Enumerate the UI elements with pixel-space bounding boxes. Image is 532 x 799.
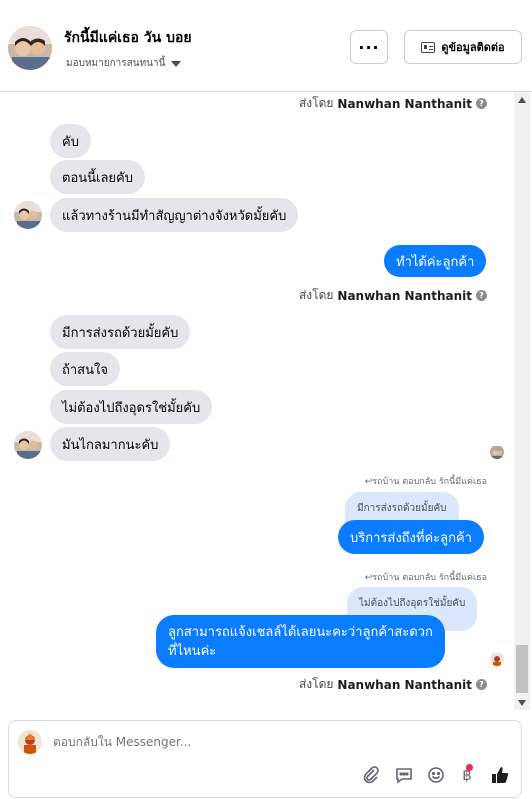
customer-avatar-small[interactable] bbox=[14, 431, 42, 459]
contact-card-icon bbox=[421, 41, 436, 53]
reply-meta: ↩รถบ้าน ตอบกลับ รักนี้มีแค่เธอ bbox=[365, 570, 487, 584]
view-contact-label: ดูข้อมูลติดต่อ bbox=[441, 41, 505, 54]
sender-name: Nanwhan Nanthanit bbox=[337, 96, 472, 111]
thumbs-up-icon[interactable] bbox=[490, 765, 510, 785]
incoming-message[interactable]: ถ้าสนใจ bbox=[50, 352, 120, 386]
page-avatar bbox=[18, 730, 42, 754]
paperclip-icon[interactable] bbox=[361, 765, 381, 785]
seen-indicator-avatar bbox=[490, 652, 504, 666]
scrollbar-track[interactable] bbox=[514, 92, 530, 710]
sent-by-label: ส่งโดย Nanwhan Nanthanit ? bbox=[299, 675, 487, 694]
incoming-message[interactable]: ไม่ต้องไปถึงอุดรใช่มั้ยคับ bbox=[50, 390, 213, 424]
view-contact-button[interactable]: ดูข้อมูลติดต่อ bbox=[404, 30, 522, 64]
sent-by-prefix: ส่งโดย bbox=[298, 288, 334, 302]
help-icon[interactable]: ? bbox=[476, 290, 487, 301]
outgoing-message[interactable]: บริการส่งถึงที่ค่ะลูกค้า bbox=[338, 520, 484, 554]
assign-label: มอบหมายการสนทนานี้ bbox=[66, 58, 166, 69]
scroll-down-arrow-icon[interactable] bbox=[518, 700, 526, 706]
sent-by-prefix: ส่งโดย bbox=[298, 677, 334, 691]
incoming-message[interactable]: ตอนนี้เลยคับ bbox=[50, 160, 145, 194]
reply-input[interactable] bbox=[53, 735, 353, 749]
message-line: ลูกสามารถแจ้งเชลล์ได้เลยนะคะว่าลูกค้าสะด… bbox=[168, 624, 433, 640]
message-composer: ฿ bbox=[8, 720, 522, 798]
scroll-up-arrow-icon[interactable] bbox=[518, 97, 526, 103]
customer-avatar[interactable] bbox=[8, 26, 52, 70]
assign-conversation-dropdown[interactable]: มอบหมายการสนทนานี้ bbox=[66, 56, 182, 71]
seen-indicator-avatar bbox=[490, 445, 504, 459]
reply-meta-text: รถบ้าน ตอบกลับ รักนี้มีแค่เธอ bbox=[372, 573, 487, 583]
outgoing-message[interactable]: ทำได้ค่ะลูกค้า bbox=[384, 245, 487, 277]
incoming-message[interactable]: แล้วทางร้านมีทำสัญญาต่างจังหวัดมั้ยคับ bbox=[50, 198, 299, 232]
help-icon[interactable]: ? bbox=[476, 98, 487, 109]
sender-name: Nanwhan Nanthanit bbox=[337, 677, 472, 692]
notification-dot bbox=[466, 764, 473, 771]
sent-by-label: ส่งโดย Nanwhan Nanthanit ? bbox=[299, 286, 487, 305]
more-options-button[interactable]: ··· bbox=[350, 30, 388, 64]
help-icon[interactable]: ? bbox=[476, 679, 487, 690]
incoming-message[interactable]: มันไกลมากนะคับ bbox=[50, 427, 171, 461]
chevron-down-icon bbox=[171, 60, 182, 67]
sent-by-prefix: ส่งโดย bbox=[298, 96, 334, 110]
incoming-message[interactable]: มีการส่งรถด้วยมั้ยคับ bbox=[50, 315, 191, 349]
reply-meta-text: รถบ้าน ตอบกลับ รักนี้มีแค่เธอ bbox=[372, 477, 487, 487]
outgoing-message[interactable]: ลูกสามารถแจ้งเชลล์ได้เลยนะคะว่าลูกค้าสะด… bbox=[156, 615, 445, 668]
smile-icon[interactable] bbox=[426, 765, 446, 785]
conversation-header: รักนี้มีแค่เธอ วัน บอย มอบหมายการสนทนานี… bbox=[0, 0, 532, 92]
reply-meta: ↩รถบ้าน ตอบกลับ รักนี้มีแค่เธอ bbox=[365, 474, 487, 488]
incoming-message[interactable]: คับ bbox=[50, 124, 91, 158]
chat-bubble-icon[interactable] bbox=[394, 765, 414, 785]
scrollbar-thumb[interactable] bbox=[516, 645, 528, 693]
message-line: ที่ไหนค่ะ bbox=[168, 643, 217, 659]
customer-name[interactable]: รักนี้มีแค่เธอ วัน บอย bbox=[64, 27, 192, 49]
customer-avatar-small[interactable] bbox=[14, 201, 42, 229]
sender-name: Nanwhan Nanthanit bbox=[337, 288, 472, 303]
sent-by-label: ส่งโดย Nanwhan Nanthanit ? bbox=[299, 94, 487, 113]
